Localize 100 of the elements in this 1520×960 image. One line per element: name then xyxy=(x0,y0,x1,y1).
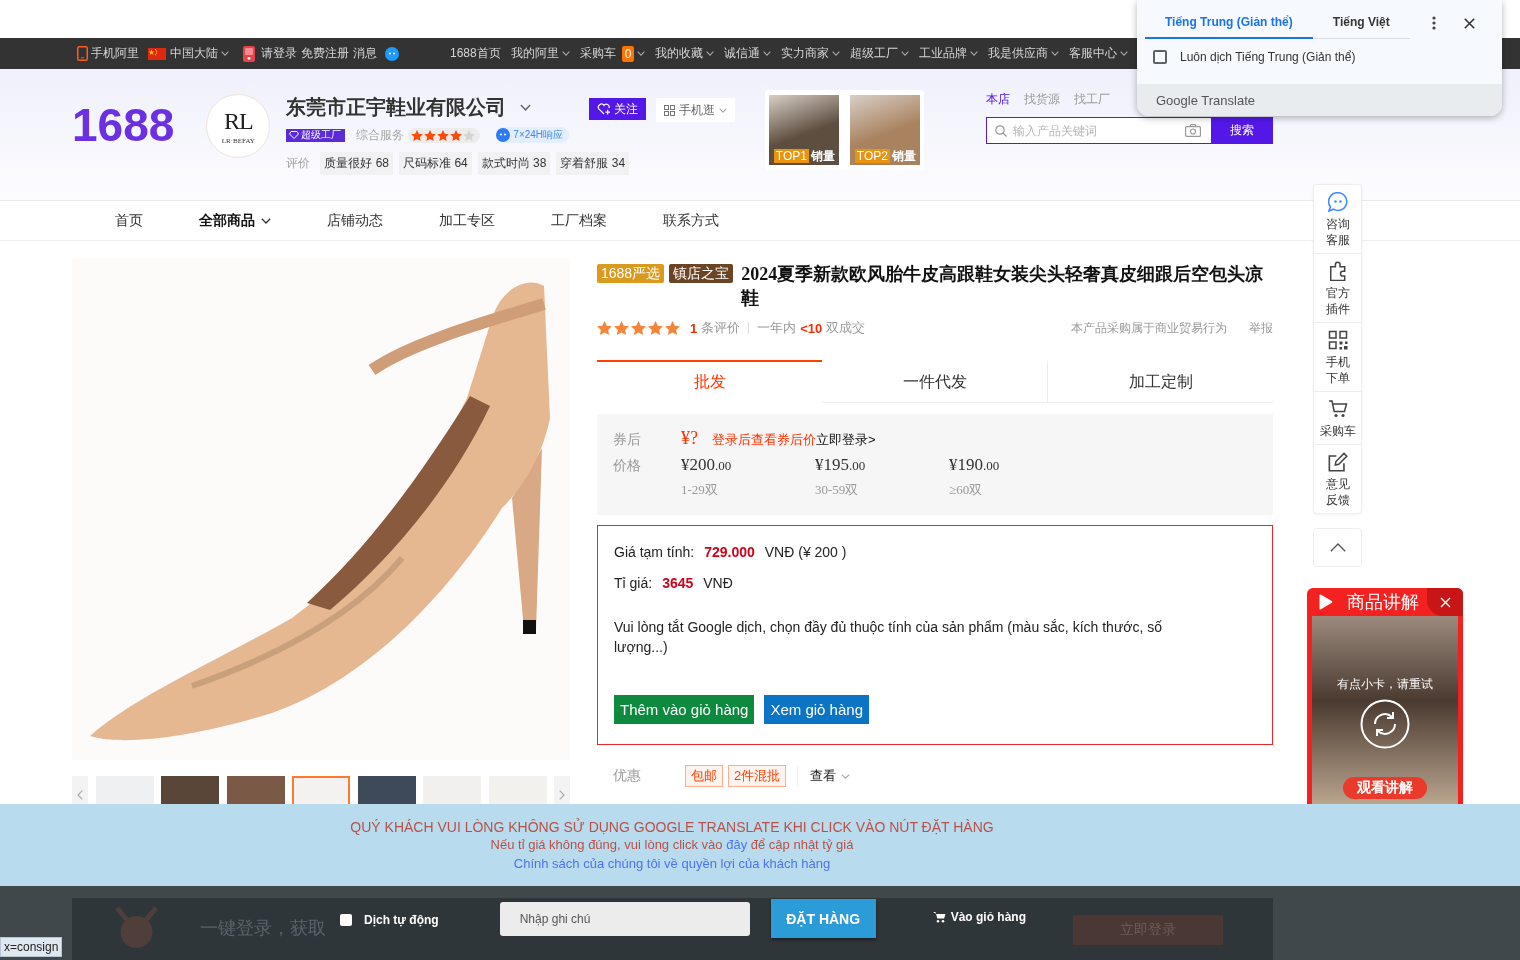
toolbar-button[interactable]: 咨询客服 xyxy=(1314,185,1361,253)
rate-notice: Nếu tỉ giá không đúng, vui lòng click vào đây để cập nhật tỷ giá xyxy=(489,836,855,854)
star-icon xyxy=(450,129,463,141)
cart-action-button[interactable]: Thêm vào giỏ hàng xyxy=(614,695,755,724)
store-nav-item[interactable]: 联系方式 xyxy=(663,211,719,230)
tier-range: 1-29双 xyxy=(681,481,719,499)
always-translate-checkbox[interactable] xyxy=(1153,50,1167,64)
response-badge: 7×24H响应 xyxy=(496,127,570,143)
nav-link[interactable]: 采购车 0 xyxy=(579,45,646,62)
chevron-right-icon xyxy=(559,790,565,800)
coupon-label: 券后 xyxy=(613,431,642,449)
login-link[interactable]: 请登录 xyxy=(261,45,297,62)
flag-icon xyxy=(148,47,166,60)
tier-price: ¥200.00 xyxy=(681,455,733,475)
thumbnail[interactable] xyxy=(161,776,219,804)
next-button[interactable] xyxy=(554,776,570,804)
close-icon[interactable] xyxy=(1463,17,1475,29)
company-name[interactable]: 东莞市正宇鞋业有限公司 xyxy=(286,93,507,121)
language-tab[interactable]: Tiếng Trung (Giản thể) xyxy=(1145,7,1313,39)
nav-link[interactable]: 我的阿里 xyxy=(510,45,570,62)
product-badge: 1688严选 xyxy=(597,264,665,283)
chat-icon xyxy=(1327,192,1348,212)
review-tag: 款式时尚 38 xyxy=(477,152,551,175)
thumbnail[interactable] xyxy=(357,776,416,804)
watch-button[interactable]: 观看讲解 xyxy=(1343,777,1427,799)
store-nav-item[interactable]: 全部商品 xyxy=(199,211,271,230)
sales-label: 销量 xyxy=(810,149,835,163)
view-more-link[interactable]: 查看 xyxy=(810,767,851,785)
mode-tab[interactable]: 加工定制 xyxy=(1047,360,1273,403)
thumbnail[interactable] xyxy=(226,776,285,804)
nav-link[interactable]: 1688首页 xyxy=(450,45,501,62)
search-button[interactable]: 搜索 xyxy=(1211,117,1274,144)
logo-monogram: RL xyxy=(224,107,253,135)
more-icon[interactable] xyxy=(1431,16,1436,30)
rate-label: Tỉ giá: xyxy=(614,574,653,593)
toolbar-button[interactable]: 采购车 xyxy=(1314,391,1361,444)
estimate-value: 729.000 xyxy=(704,543,755,562)
messages-link[interactable]: 消息 xyxy=(353,45,377,62)
review-tag: 尺码标准 64 xyxy=(399,152,472,175)
toolbar-button[interactable]: 意见反馈 xyxy=(1314,444,1361,513)
search-field[interactable]: 输入产品关键词 xyxy=(1013,122,1180,139)
previous-button[interactable] xyxy=(72,776,88,804)
nav-link[interactable]: 客服中心 xyxy=(1069,45,1129,62)
close-button[interactable] xyxy=(1427,588,1463,616)
estimate-currency: VNĐ (¥ 200 ) xyxy=(764,543,847,562)
go-to-cart-button[interactable]: Vào giỏ hàng xyxy=(932,910,1027,924)
star-icon xyxy=(648,321,663,335)
star-icon xyxy=(437,129,450,141)
nav-link[interactable]: 超级工厂 xyxy=(850,45,910,62)
nav-link[interactable]: 我是供应商 xyxy=(988,45,1060,62)
star-icon xyxy=(411,129,424,141)
thumbnail[interactable] xyxy=(488,776,547,804)
thumbnail[interactable] xyxy=(423,776,481,804)
product-thumbnail[interactable]: TOP1 销量 xyxy=(769,95,840,165)
nav-link[interactable]: 我的收藏 xyxy=(655,45,715,62)
auto-translate-label[interactable]: Dịch tự động xyxy=(364,913,439,927)
rating-label: 评价 xyxy=(286,155,311,172)
thumbnail[interactable] xyxy=(292,776,350,804)
play-icon xyxy=(1318,594,1333,610)
nav-link[interactable]: 诚信通 xyxy=(724,45,772,62)
cart-action-button[interactable]: Xem giỏ hàng xyxy=(764,695,869,724)
site-logo[interactable]: 1688 xyxy=(72,96,175,154)
back-to-top-button[interactable] xyxy=(1313,528,1362,567)
store-nav-item[interactable]: 加工专区 xyxy=(439,211,495,230)
tier-price: ¥195.00 xyxy=(815,455,867,475)
nav-link[interactable]: 工业品牌 xyxy=(919,45,979,62)
region-selector[interactable]: 中国大陆 xyxy=(170,45,229,62)
store-nav-item[interactable]: 店铺动态 xyxy=(327,211,383,230)
sales-prefix: 一年内 xyxy=(757,319,797,337)
mobile-link[interactable]: 手机阿里 xyxy=(91,45,139,62)
caret-icon xyxy=(719,107,728,113)
toolbar-button[interactable]: 官方插件 xyxy=(1314,253,1361,322)
close-icon xyxy=(1439,596,1451,608)
always-translate-label[interactable]: Luôn dịch Tiếng Trung (Giản thể) xyxy=(1180,50,1356,64)
language-tab[interactable]: Tiếng Việt xyxy=(1312,7,1410,39)
replay-icon[interactable] xyxy=(1360,699,1410,749)
toolbar-button[interactable]: 手机下单 xyxy=(1314,322,1361,391)
camera-icon[interactable] xyxy=(1185,124,1202,137)
video-frame[interactable]: 有点小卡，请重试 观看讲解 xyxy=(1312,616,1458,804)
search-box[interactable]: 输入产品关键词 xyxy=(986,117,1212,144)
review-tag: 质量很好 68 xyxy=(320,152,394,175)
follow-button[interactable]: 关注 xyxy=(589,98,647,120)
tier-price: ¥190.00 xyxy=(949,455,1001,475)
auto-translate-checkbox[interactable] xyxy=(340,914,352,926)
promotion-label: 优惠 xyxy=(613,767,642,785)
star-icon xyxy=(614,321,629,335)
trade-notice: 本产品采购属于商业贸易行为 xyxy=(1071,319,1227,337)
device-icon xyxy=(243,45,255,62)
thumbnail[interactable] xyxy=(95,776,154,804)
note-field[interactable]: Nhập ghi chú xyxy=(499,902,750,936)
nav-link[interactable]: 实力商家 xyxy=(781,45,841,62)
product-title: 2024夏季新款欧风胎牛皮高跟鞋女装尖头轻奢真皮细跟后空包头凉鞋 xyxy=(741,263,1265,310)
store-nav-item[interactable]: 首页 xyxy=(115,211,143,230)
login-link[interactable]: 立即登录> xyxy=(816,431,876,449)
store-nav-item[interactable]: 工厂档案 xyxy=(551,211,607,230)
search-scope-tab[interactable]: 本店 xyxy=(986,91,1011,107)
mobile-browse-button[interactable]: 手机逛 xyxy=(656,98,736,122)
caret-icon xyxy=(520,103,532,111)
mascot-icon xyxy=(113,905,160,949)
register-link[interactable]: 免费注册 xyxy=(301,45,349,62)
